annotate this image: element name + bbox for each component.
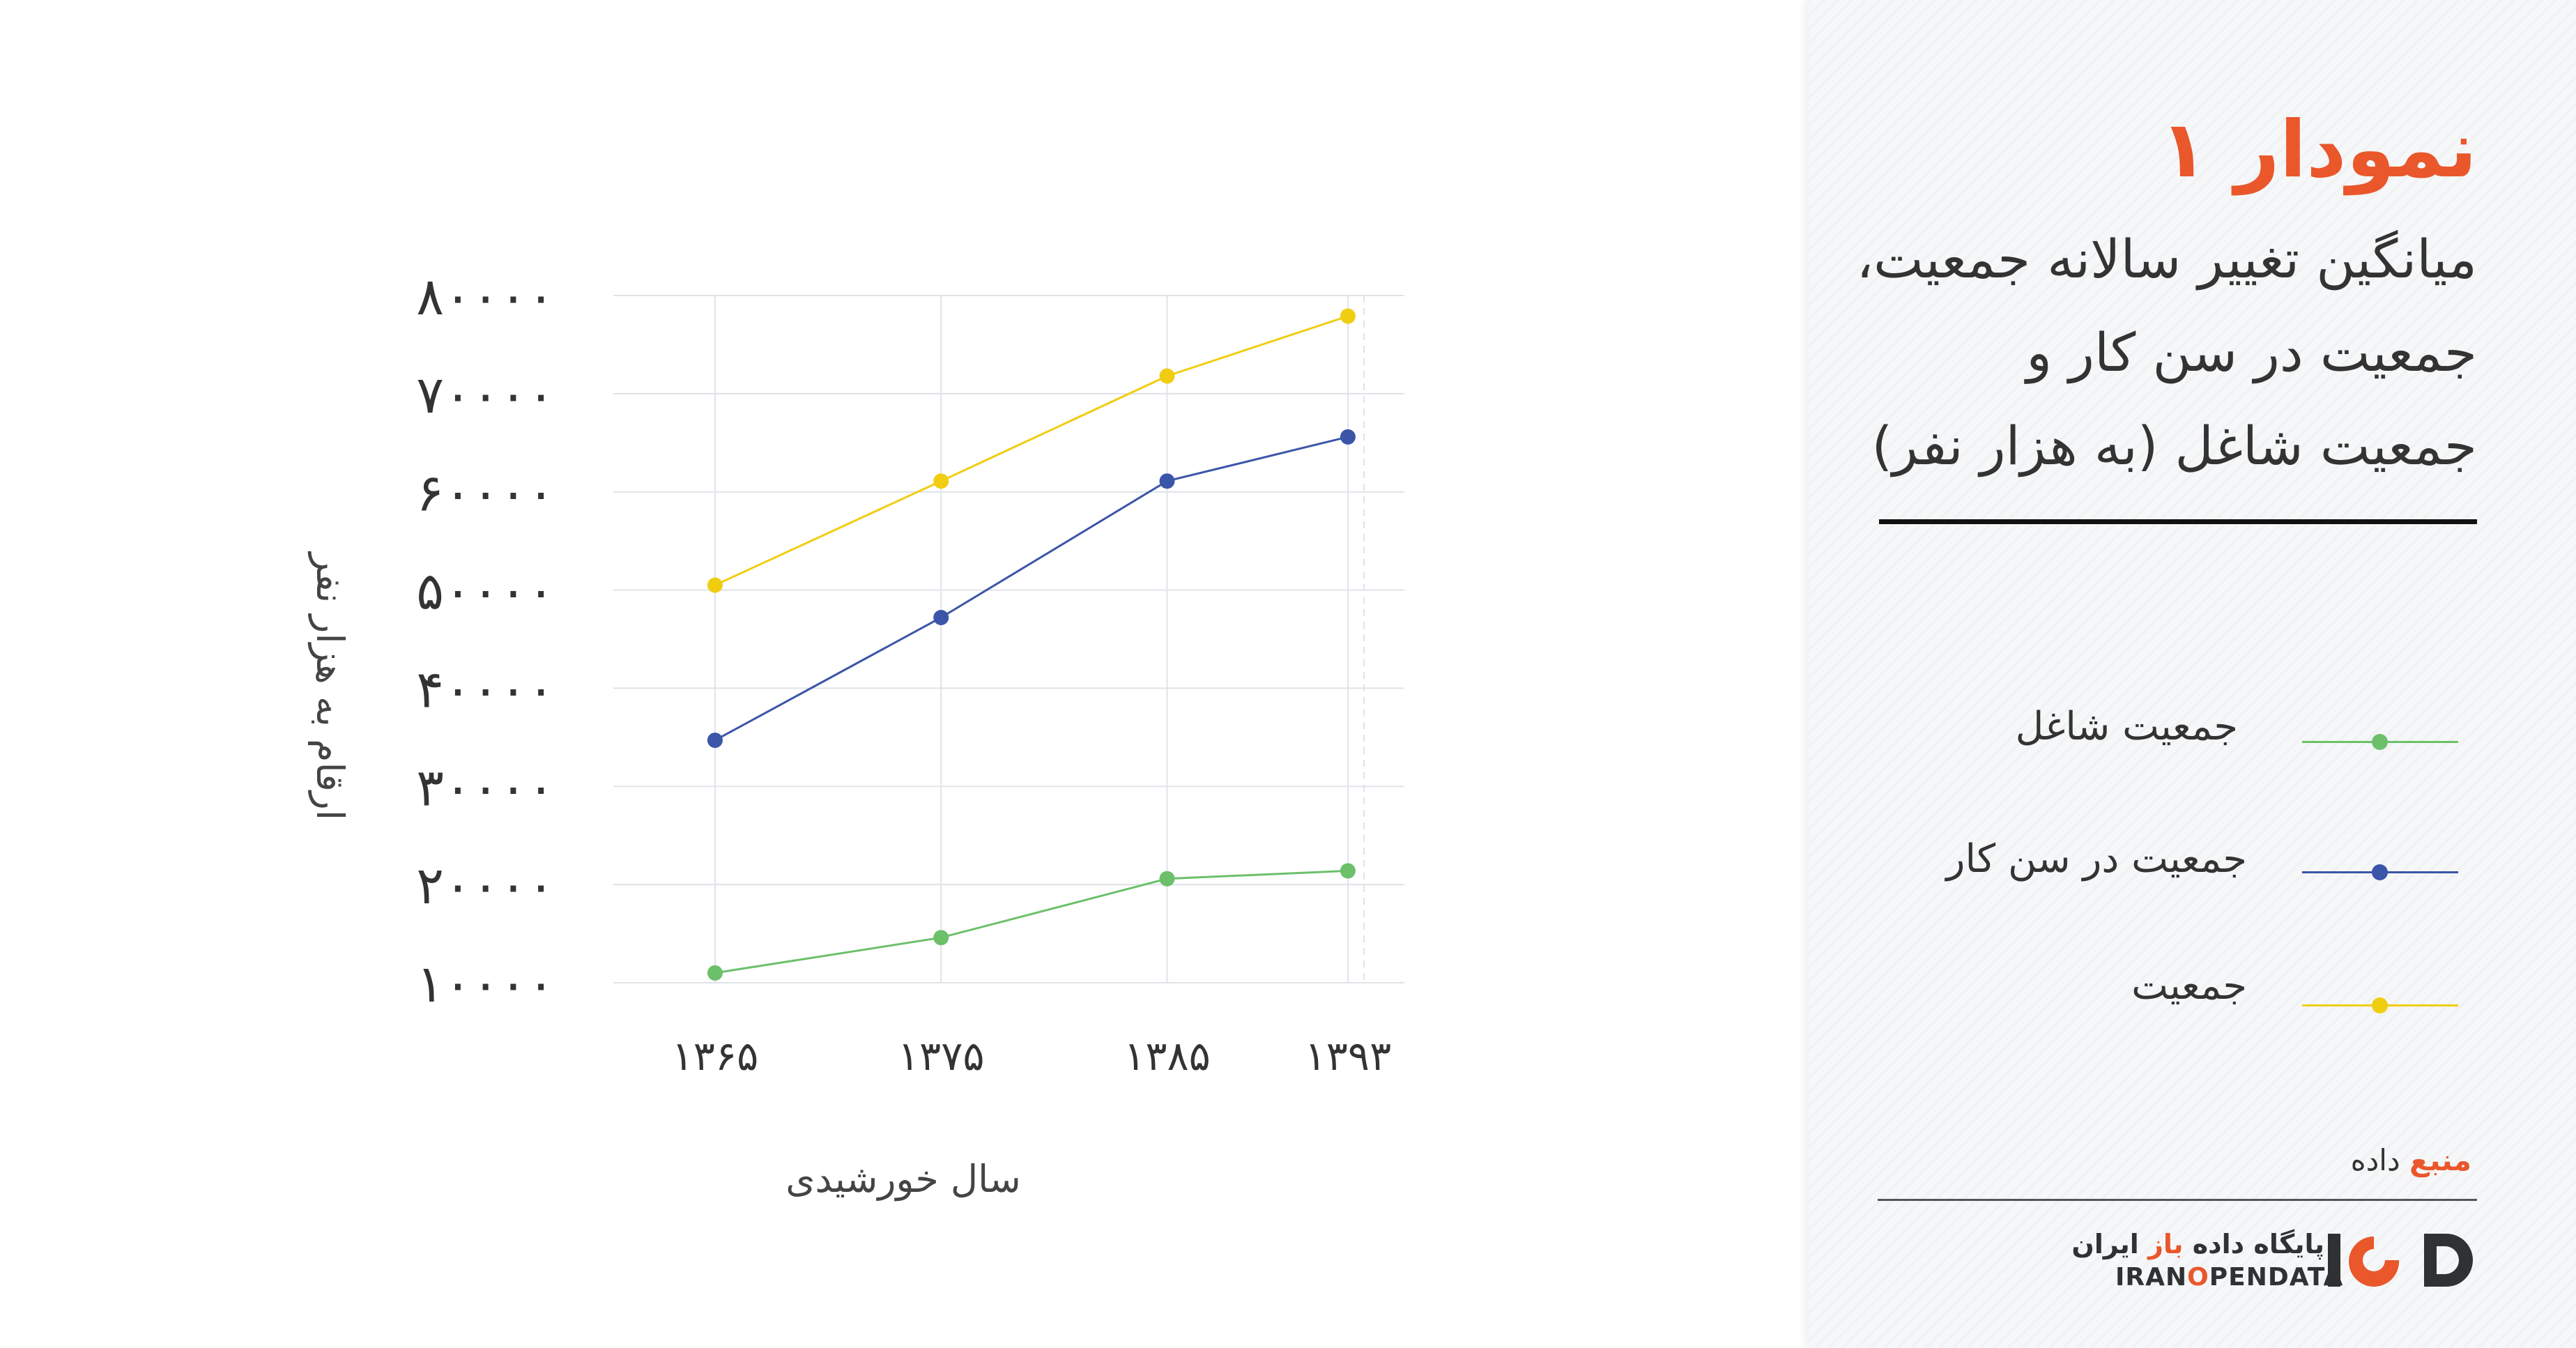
data-point [707, 965, 723, 981]
legend-swatch-population [2302, 995, 2458, 1016]
series-line-0 [714, 869, 1348, 974]
logo-en-part: IRAN [2115, 1263, 2188, 1292]
y-tick-label: ۸۰۰۰۰ [416, 267, 555, 327]
logo-fa-part: ایران [2071, 1229, 2149, 1259]
chart-number-title: نمودار ۱ [2159, 105, 2477, 195]
data-source: منبع داده [2351, 1143, 2471, 1177]
source-accent: منبع [2409, 1143, 2471, 1177]
data-point [933, 610, 949, 626]
side-panel: نمودار ۱ میانگین تغییر سالانه جمعیت، جمع… [1809, 0, 2576, 1348]
series-line-2 [714, 315, 1349, 586]
legend-label-employed: جمعیت شاغل [2015, 704, 2238, 749]
x-axis-title: سال خورشیدی [785, 1157, 1021, 1201]
data-point [933, 930, 949, 946]
data-point [707, 577, 723, 593]
data-point [707, 733, 723, 749]
subtitle-line: جمعیت در سن کار و [2026, 321, 2477, 383]
subtitle-line: جمعیت شاغل (به هزار نفر) [1871, 415, 2477, 477]
x-tick-labels: ۱۳۶۵ ۱۳۷۵ ۱۳۸۵ ۱۳۹۳ [672, 1032, 1392, 1080]
data-point [933, 473, 949, 489]
legend-marker [2372, 864, 2388, 880]
x-tick-label: ۱۳۸۵ [1124, 1032, 1211, 1080]
y-axis-title: ارقام به هزار نفر [308, 551, 352, 820]
legend-marker [2372, 997, 2388, 1013]
data-point [1340, 429, 1356, 445]
data-point [1159, 473, 1175, 489]
y-tick-label: ۴۰۰۰۰ [416, 659, 555, 719]
data-point [1159, 368, 1175, 384]
logo-persian-name: پایگاه داده باز ایران [2071, 1227, 2324, 1262]
y-tick-label: ۶۰۰۰۰ [416, 464, 555, 523]
legend-marker [2372, 734, 2388, 750]
y-tick-labels: ۱۰۰۰۰ ۲۰۰۰۰ ۳۰۰۰۰ ۴۰۰۰۰ ۵۰۰۰۰ ۶۰۰۰۰ ۷۰۰۰۰ ۸۰۰۰۰ [416, 267, 555, 1014]
logo-fa-part: پایگاه داده [2183, 1229, 2324, 1259]
data-point [1340, 863, 1356, 879]
series-layer [707, 308, 1356, 981]
legend-swatch-employed [2302, 731, 2458, 752]
y-tick-label: ۳۰۰۰۰ [416, 758, 555, 818]
y-tick-label: ۵۰۰۰۰ [416, 562, 555, 622]
data-point [1159, 871, 1175, 887]
logo-wordmark: پایگاه داده باز ایران IRANOPENDATA [2071, 1227, 2343, 1294]
chart-subtitle: میانگین تغییر سالانه جمعیت، جمعیت در سن … [1822, 213, 2477, 493]
chart-canvas: ۱۰۰۰۰ ۲۰۰۰۰ ۳۰۰۰۰ ۴۰۰۰۰ ۵۰۰۰۰ ۶۰۰۰۰ ۷۰۰۰۰ ۸۰۰۰۰… [0, 0, 2576, 1348]
subtitle-line: میانگین تغییر سالانه جمعیت، [1856, 228, 2477, 290]
logo-en-accent: O [2187, 1263, 2209, 1292]
legend-label-population: جمعیت [2131, 963, 2247, 1009]
logo-en-part: PENDATA [2209, 1263, 2344, 1292]
logo-english-name: IRANOPENDATA [2115, 1262, 2343, 1294]
data-point [1340, 308, 1356, 324]
x-tick-label: ۱۳۷۵ [898, 1032, 985, 1080]
y-tick-label: ۷۰۰۰۰ [416, 365, 555, 425]
source-divider [1878, 1199, 2477, 1201]
line-chart: ۱۰۰۰۰ ۲۰۰۰۰ ۳۰۰۰۰ ۴۰۰۰۰ ۵۰۰۰۰ ۶۰۰۰۰ ۷۰۰۰۰ ۸۰۰۰۰… [308, 267, 1404, 1201]
y-tick-label: ۲۰۰۰۰ [416, 856, 555, 916]
logo-fa-accent: باز [2148, 1229, 2184, 1259]
x-tick-label: ۱۳۹۳ [1305, 1032, 1392, 1080]
legend-swatch-working-age [2302, 861, 2458, 882]
grid-layer [613, 295, 1404, 983]
series-line-1 [714, 436, 1349, 742]
source-text: داده [2350, 1143, 2410, 1177]
iod-logo-icon [2328, 1234, 2473, 1287]
x-tick-label: ۱۳۶۵ [672, 1032, 759, 1080]
legend-label-working-age: جمعیت در سن کار [1946, 836, 2247, 882]
title-divider [1879, 519, 2477, 524]
y-tick-label: ۱۰۰۰۰ [416, 954, 555, 1014]
